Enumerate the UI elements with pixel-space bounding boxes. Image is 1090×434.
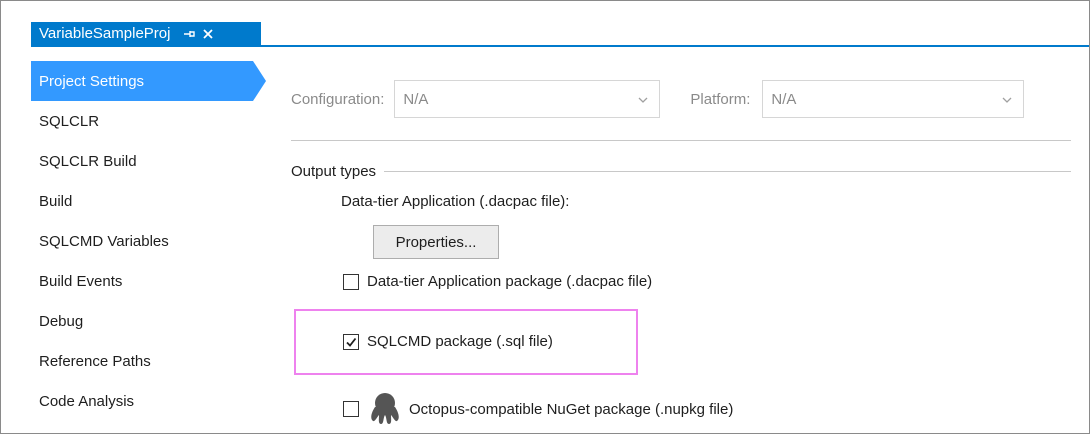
chevron-down-icon [1001,93,1013,110]
sidebar-item-label: Reference Paths [39,352,151,370]
platform-label: Platform: [690,90,751,108]
configuration-value: N/A [403,90,429,108]
configuration-select[interactable]: N/A [394,80,661,118]
dacpac-package-label: Data-tier Application package (.dacpac f… [367,273,653,290]
chevron-down-icon [637,93,649,110]
sqlcmd-package-checkbox[interactable] [343,333,359,350]
sqlcmd-package-option[interactable]: SQLCMD package (.sql file) [343,333,553,350]
sidebar-item-label: SQLCLR [39,112,100,130]
document-tab-strip: VariableSampleProj [1,1,1089,45]
sidebar-item-label: Build Events [39,272,123,290]
close-icon[interactable] [200,26,216,42]
sidebar-item-label: Debug [39,312,84,330]
nuget-package-checkbox[interactable] [343,401,359,417]
section-rule [384,171,1071,172]
sidebar-item-sqlclr[interactable]: SQLCLR [31,101,266,141]
sidebar-item-sqlcmd-variables[interactable]: SQLCMD Variables [31,221,266,261]
configuration-row: Configuration: N/A Platform: N/A [291,79,1025,119]
sidebar-item-build-events[interactable]: Build Events [31,261,266,301]
sidebar-item-label: SQLCMD Variables [39,232,169,250]
configuration-label: Configuration: [291,90,385,108]
nuget-package-option[interactable]: Octopus-compatible NuGet package (.nupkg… [343,391,733,427]
divider [291,140,1071,141]
nuget-package-label: Octopus-compatible NuGet package (.nupkg… [409,400,734,418]
document-tab-title: VariableSampleProj [39,25,171,42]
settings-sidebar: Project Settings SQLCLR SQLCLR Build Bui… [31,61,266,421]
output-types-header: Output types [291,163,1071,180]
document-tab[interactable]: VariableSampleProj [31,22,261,45]
dacpac-label: Data-tier Application (.dacpac file): [341,193,570,210]
platform-select[interactable]: N/A [762,80,1025,118]
sidebar-item-label: Project Settings [39,72,145,90]
sidebar-item-sqlclr-build[interactable]: SQLCLR Build [31,141,266,181]
sidebar-item-build[interactable]: Build [31,181,266,221]
sidebar-item-code-analysis[interactable]: Code Analysis [31,381,266,421]
sidebar-item-label: Code Analysis [39,392,135,410]
sqlcmd-package-label: SQLCMD package (.sql file) [367,333,553,350]
checkmark-icon [346,337,357,347]
platform-value: N/A [771,90,797,108]
sidebar-item-label: SQLCLR Build [39,152,137,170]
sidebar-item-project-settings[interactable]: Project Settings [31,61,266,101]
pin-icon[interactable] [182,27,196,41]
dacpac-package-checkbox[interactable] [343,273,359,290]
properties-button[interactable]: Properties... [373,225,499,259]
octopus-icon [367,391,403,427]
tab-underline [31,45,1089,47]
sidebar-item-reference-paths[interactable]: Reference Paths [31,341,266,381]
dacpac-package-option[interactable]: Data-tier Application package (.dacpac f… [343,273,652,290]
output-types-title: Output types [291,163,377,180]
sidebar-item-debug[interactable]: Debug [31,301,266,341]
sidebar-item-label: Build [39,192,73,210]
